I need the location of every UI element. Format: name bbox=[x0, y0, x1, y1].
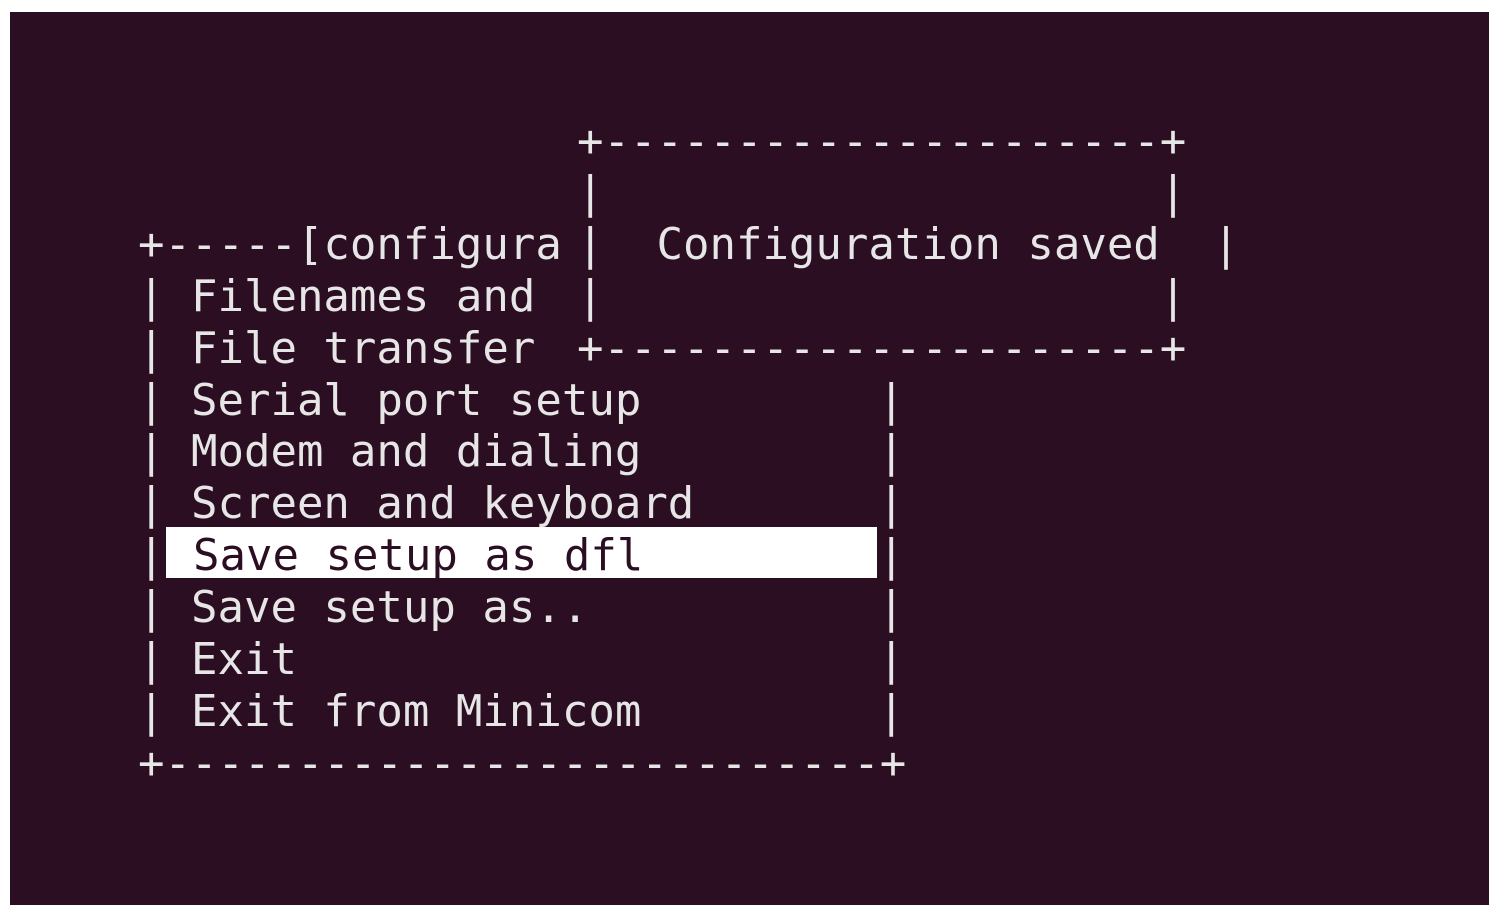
menu-item-exit[interactable]: | Exit bbox=[138, 634, 297, 686]
menu-right-border: | bbox=[878, 426, 905, 477]
menu-item-save-as[interactable]: | Save setup as.. bbox=[138, 582, 588, 634]
menu-right-border: | bbox=[878, 582, 905, 633]
menu-right-border: | bbox=[878, 478, 905, 529]
menu-item-exit-minicom[interactable]: | Exit from Minicom bbox=[138, 686, 641, 738]
menu-right-border: | bbox=[878, 634, 905, 685]
dialog-message-row: | Configuration saved | bbox=[577, 219, 1240, 270]
menu-bottom-border: +---------------------------+ bbox=[138, 738, 907, 789]
dialog-bottom-border: +---------------------+ bbox=[577, 323, 1187, 374]
menu-item-screen-keyboard[interactable]: | Screen and keyboard bbox=[138, 478, 694, 530]
dialog-message: Configuration saved bbox=[656, 219, 1160, 270]
dialog-top-border: +---------------------+ bbox=[577, 116, 1187, 167]
menu-right-border: | bbox=[878, 686, 905, 737]
menu-right-border: | bbox=[878, 375, 905, 426]
menu-right-border: | bbox=[878, 530, 905, 581]
menu-item-filenames[interactable]: | Filenames and bbox=[138, 271, 562, 323]
menu-title-fragment: +-----[configura bbox=[138, 219, 562, 270]
terminal-window: +---------------------+ | | | Configurat… bbox=[10, 12, 1489, 905]
menu-item-modem[interactable]: | Modem and dialing bbox=[138, 426, 641, 478]
dialog-side-borders-2: | | bbox=[577, 271, 1187, 322]
menu-item-serial-port[interactable]: | Serial port setup bbox=[138, 375, 641, 427]
menu-item-save-dfl[interactable]: Save setup as dfl bbox=[193, 530, 643, 582]
menu-item-file-transfer[interactable]: | File transfer bbox=[138, 323, 562, 375]
dialog-side-borders: | | bbox=[577, 167, 1187, 218]
menu-left-border: | bbox=[138, 530, 165, 581]
